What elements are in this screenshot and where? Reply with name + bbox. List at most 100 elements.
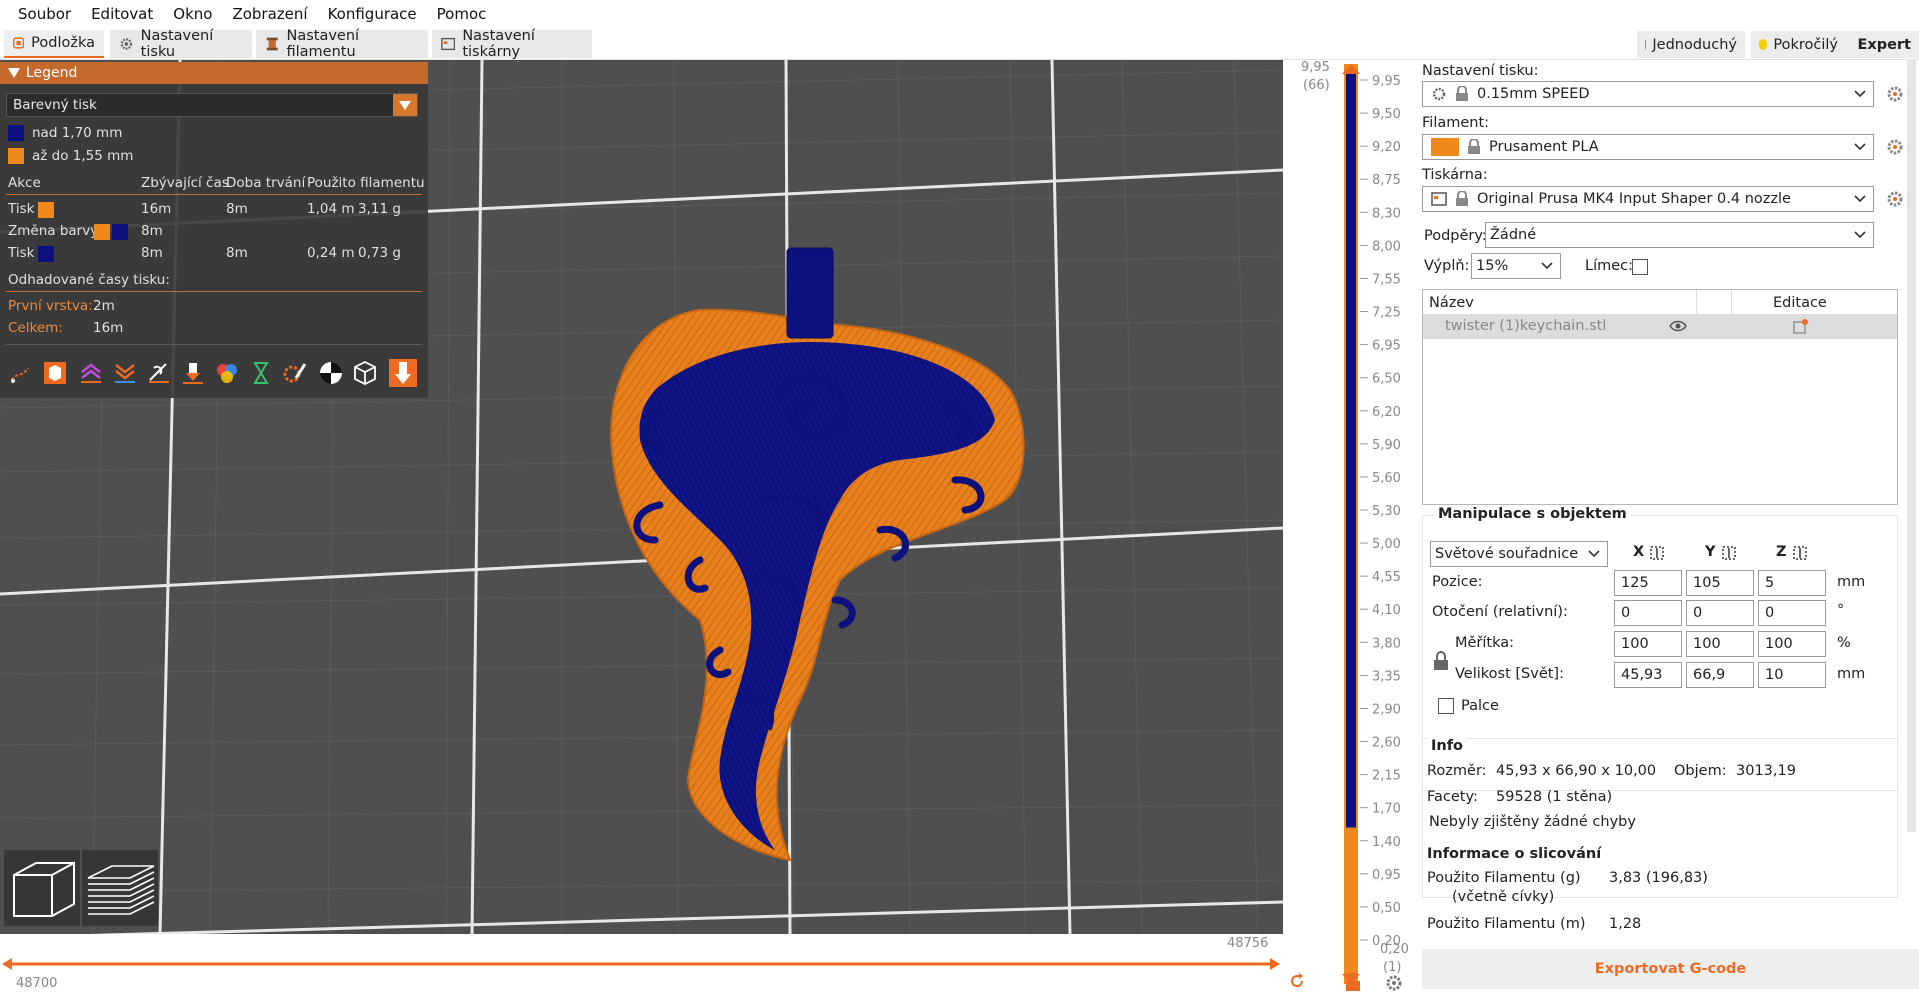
pause-prints-icon[interactable]	[248, 360, 274, 386]
filament-profile-select[interactable]: Prusament PLA	[1422, 134, 1874, 160]
printer-profile-select[interactable]: Original Prusa MK4 Input Shaper 0.4 nozz…	[1422, 186, 1874, 212]
rotation-y-input[interactable]: 0	[1686, 600, 1754, 626]
infill-select[interactable]: 15%	[1471, 253, 1561, 279]
legend-header[interactable]: Legend	[0, 62, 428, 84]
tool-changes-icon[interactable]	[180, 360, 206, 386]
slider-tick-label: 9,20	[1372, 140, 1401, 155]
print-settings-gear-icon[interactable]	[1886, 85, 1904, 103]
legend-title: Legend	[26, 65, 78, 81]
edit-settings-icon[interactable]	[1793, 318, 1809, 334]
seams-icon[interactable]	[146, 360, 172, 386]
tab-bar: Podložka Nastavení tisku Nastavení filam…	[0, 28, 1919, 60]
tab-filament-settings[interactable]: Nastavení filamentu	[256, 28, 428, 60]
supports-select[interactable]: Žádné	[1485, 222, 1874, 248]
legend-item-label: až do 1,55 mm	[32, 148, 134, 164]
scale-x-input[interactable]: 100	[1614, 631, 1682, 657]
coord-system-select[interactable]: Světové souřadnice	[1430, 541, 1608, 567]
object-list: Název Editace twister (1)keychain.stl	[1422, 289, 1898, 505]
coord-system-value: Světové souřadnice	[1435, 546, 1579, 562]
center-of-gravity-icon[interactable]	[318, 360, 344, 386]
slider-tick-label: 5,90	[1372, 438, 1401, 453]
drop-to-bed-z-icon[interactable]	[1792, 545, 1808, 561]
mode-expert-button[interactable]: Expert	[1843, 31, 1919, 58]
wipe-icon[interactable]	[42, 360, 68, 386]
scale-z-input[interactable]: 100	[1758, 631, 1826, 657]
eye-icon[interactable]	[1669, 319, 1687, 333]
reset-icon[interactable]	[1288, 972, 1306, 990]
layer-slider[interactable]: 9,95 (66) 9,95 9,50 9,20 8,75 8,30 8,00 7,55 7,…	[1283, 60, 1419, 992]
custom-gcodes-icon[interactable]	[282, 360, 308, 386]
filament-settings-gear-icon[interactable]	[1886, 138, 1904, 156]
scale-lock-icon[interactable]	[1433, 651, 1449, 671]
filament-meters-value: 1,28	[1609, 916, 1642, 932]
column-divider	[1696, 290, 1697, 314]
chevron-down-icon	[1854, 195, 1866, 203]
list-item[interactable]: twister (1)keychain.stl	[1423, 314, 1897, 339]
slider-tick-label: 5,00	[1372, 537, 1401, 552]
menu-view[interactable]: Zobrazení	[222, 0, 317, 28]
view-type-select[interactable]: Barevný tisk	[6, 93, 418, 117]
shells-icon[interactable]	[352, 360, 378, 386]
color-swatch	[38, 202, 54, 218]
scale-label: Měřítka:	[1455, 635, 1515, 651]
tab-print-settings[interactable]: Nastavení tisku	[110, 28, 252, 60]
deretractions-icon[interactable]	[112, 360, 138, 386]
drop-to-bed-x-icon[interactable]	[1649, 545, 1665, 561]
size-x-input[interactable]: 45,93	[1614, 662, 1682, 688]
tool-marker-icon[interactable]	[388, 358, 418, 388]
printer-profile-value: Original Prusa MK4 Input Shaper 0.4 nozz…	[1477, 191, 1791, 207]
position-x-input[interactable]: 125	[1614, 570, 1682, 596]
travel-icon[interactable]	[8, 360, 34, 386]
row-length: 0,24 m	[307, 245, 355, 261]
view-cube-icon[interactable]	[4, 850, 80, 926]
printer-settings-gear-icon[interactable]	[1886, 190, 1904, 208]
mode-simple-button[interactable]: Jednoduchý	[1637, 31, 1745, 58]
info-facets-label: Facety:	[1427, 789, 1478, 805]
z-axis-label: Z	[1776, 544, 1787, 560]
retractions-icon[interactable]	[78, 360, 104, 386]
info-errors: Nebyly zjištěny žádné chyby	[1429, 814, 1636, 830]
rotation-z-input[interactable]: 0	[1758, 600, 1826, 626]
rotation-x-input[interactable]: 0	[1614, 600, 1682, 626]
slider-tick-label: 4,10	[1372, 603, 1401, 618]
size-y-input[interactable]: 66,9	[1686, 662, 1754, 688]
lock-icon[interactable]	[1343, 972, 1363, 992]
infill-value: 15%	[1476, 258, 1509, 274]
mode-advanced-button[interactable]: Pokročilý	[1751, 31, 1846, 58]
position-y-input[interactable]: 105	[1686, 570, 1754, 596]
inches-checkbox[interactable]	[1438, 698, 1454, 714]
drop-to-bed-y-icon[interactable]	[1721, 545, 1737, 561]
brim-checkbox[interactable]	[1632, 259, 1648, 275]
cog-icon[interactable]	[1385, 974, 1403, 992]
row-length: 1,04 m	[307, 201, 355, 217]
info-size-label: Rozměr:	[1427, 763, 1487, 779]
row-weight: 3,11 g	[358, 201, 401, 217]
filament-color-swatch[interactable]	[1431, 138, 1459, 156]
print-profile-select[interactable]: 0.15mm SPEED	[1422, 81, 1874, 107]
tab-printer-settings[interactable]: Nastavení tiskárny	[432, 28, 592, 60]
color-changes-icon[interactable]	[214, 360, 240, 386]
slider-tick-label: 4,55	[1372, 570, 1401, 585]
green-dot-icon	[1645, 39, 1647, 50]
layers-view-icon[interactable]	[82, 850, 158, 926]
export-gcode-button[interactable]: Exportovat G-code	[1422, 949, 1919, 989]
move-slider-track[interactable]	[0, 954, 1283, 974]
layer-slider-track[interactable]: 9,95 9,50 9,20 8,75 8,30 8,00 7,55 7,25 6,95 6,50…	[1283, 60, 1419, 992]
menu-configuration[interactable]: Konfigurace	[318, 0, 427, 28]
info-volume-value: 3013,19	[1736, 763, 1796, 779]
size-z-input[interactable]: 10	[1758, 662, 1826, 688]
slider-tick-label: 6,20	[1372, 405, 1401, 420]
menu-window[interactable]: Okno	[163, 0, 222, 28]
position-z-input[interactable]: 5	[1758, 570, 1826, 596]
scale-y-input[interactable]: 100	[1686, 631, 1754, 657]
tab-plater[interactable]: Podložka	[4, 30, 104, 58]
menu-help[interactable]: Pomoc	[427, 0, 497, 28]
menu-file[interactable]: Soubor	[8, 0, 81, 28]
object-name: twister (1)keychain.stl	[1445, 318, 1607, 334]
row-action: Tisk	[8, 201, 35, 217]
collapse-triangle-icon	[8, 68, 20, 78]
menu-edit[interactable]: Editovat	[81, 0, 163, 28]
move-slider[interactable]: 48756 48700	[0, 934, 1303, 992]
sidebar-scrollbar[interactable]	[1907, 60, 1916, 832]
brim-label: Límec:	[1585, 258, 1634, 274]
